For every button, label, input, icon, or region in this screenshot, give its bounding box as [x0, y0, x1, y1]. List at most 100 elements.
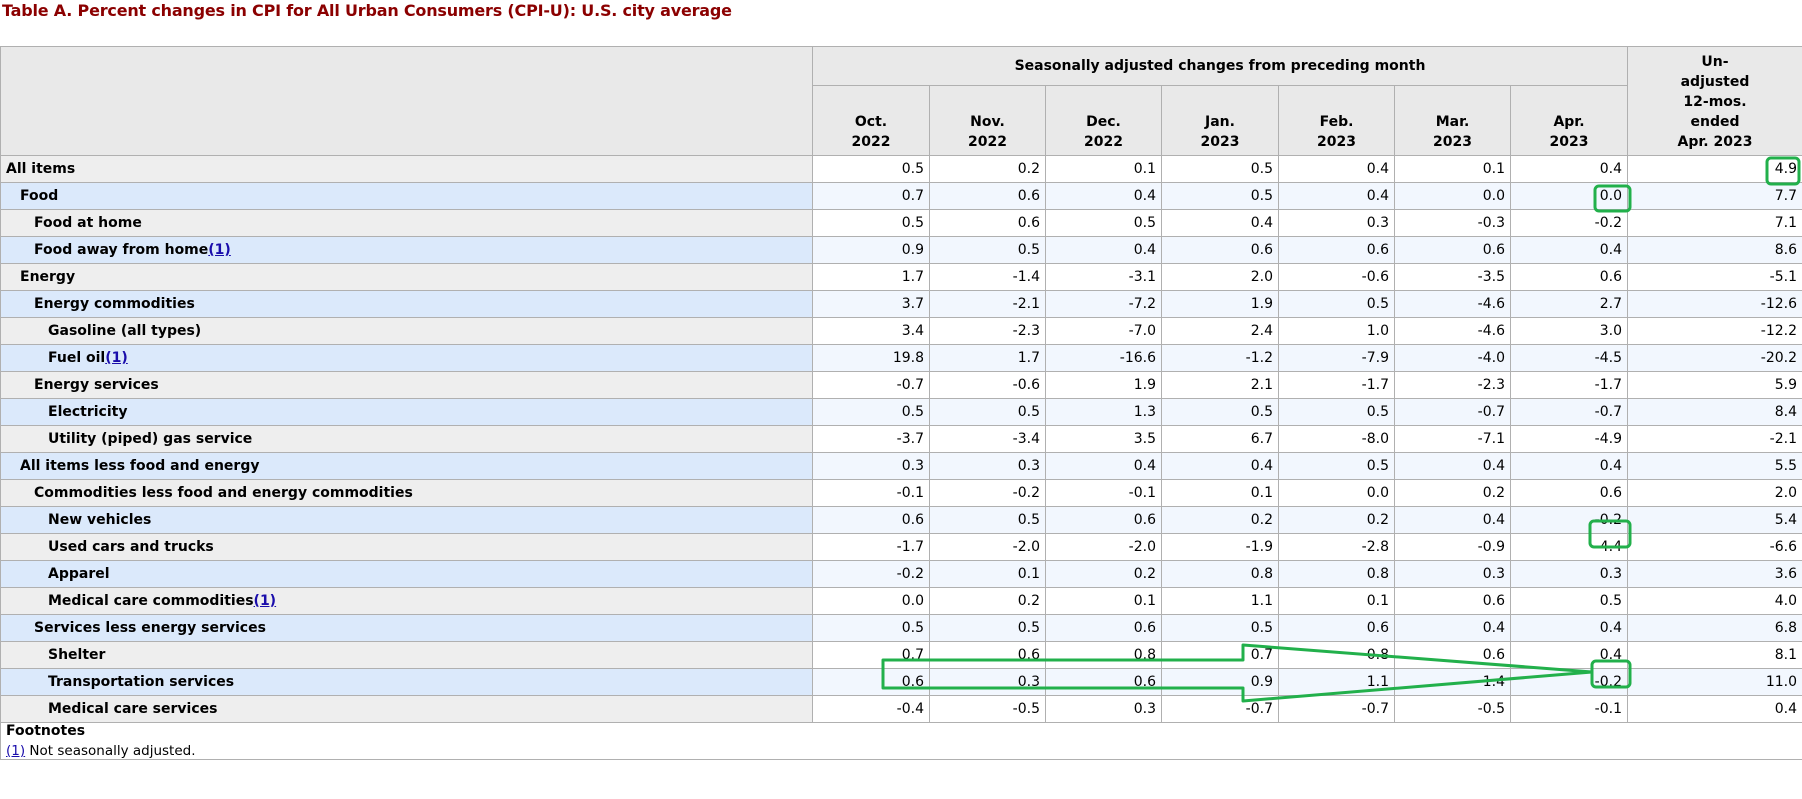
value-cell: 1.9 [1161, 290, 1279, 318]
value-cell: 1.3 [1045, 398, 1162, 426]
value-cell: 0.5 [929, 398, 1046, 426]
value-cell: 2.1 [1161, 371, 1279, 399]
value-cell: -0.7 [1394, 398, 1511, 426]
value-cell: 2.0 [1627, 479, 1802, 507]
month-label: Nov. [970, 114, 1005, 130]
row-label-text: Food away from home [34, 242, 209, 258]
value-cell: 0.8 [1278, 641, 1395, 669]
unadjusted-line: ended [1690, 114, 1740, 130]
value-cell: 1.7 [929, 344, 1046, 372]
value-cell: 0.3 [1394, 560, 1511, 588]
value-cell: 2.0 [1161, 263, 1279, 291]
row-label: Fuel oil(1) [0, 344, 813, 372]
value-cell: -0.1 [812, 479, 930, 507]
row-label: Energy [0, 263, 813, 291]
value-cell: 0.2 [929, 155, 1046, 183]
table-row: New vehicles 0.6 0.5 0.6 0.2 0.2 0.4 -0.2 5.4 [0, 506, 1802, 534]
footnote-item: (1) Not seasonally adjusted. [6, 743, 1797, 759]
value-cell: 0.6 [929, 641, 1046, 669]
year-label: 2022 [851, 134, 891, 150]
row-label-text: Energy [20, 269, 76, 285]
table-row: Energy 1.7 -1.4 -3.1 2.0 -0.6 -3.5 0.6 -5.1 [0, 263, 1802, 291]
value-cell: 0.6 [1278, 614, 1395, 642]
value-cell: 0.4 [1045, 182, 1162, 210]
value-cell: -0.7 [812, 371, 930, 399]
value-cell: 0.4 [1510, 155, 1628, 183]
value-cell: 1.1 [1161, 587, 1279, 615]
value-cell: -3.1 [1045, 263, 1162, 291]
value-cell: -0.9 [1394, 533, 1511, 561]
value-cell: -0.2 [1510, 506, 1628, 534]
row-label: Energy commodities [0, 290, 813, 318]
value-cell: 0.4 [1278, 182, 1395, 210]
month-label: Dec. [1086, 114, 1121, 130]
row-label: All items less food and energy [0, 452, 813, 480]
table-row: Apparel -0.2 0.1 0.2 0.8 0.8 0.3 0.3 3.6 [0, 560, 1802, 588]
value-cell: 4.4 [1510, 533, 1628, 561]
value-cell: 0.2 [929, 587, 1046, 615]
value-cell: 0.0 [1278, 479, 1395, 507]
row-label-text: Energy commodities [34, 296, 195, 312]
value-cell: -0.1 [1045, 479, 1162, 507]
value-cell: 0.4 [1394, 506, 1511, 534]
month-label: Feb. [1319, 114, 1354, 130]
value-cell: 0.5 [929, 236, 1046, 264]
footnote-ref-link[interactable]: (1) [105, 350, 128, 366]
row-label-text: Food at home [34, 215, 142, 231]
value-cell: 3.0 [1510, 317, 1628, 345]
value-cell: 0.4 [1161, 209, 1279, 237]
footnote-ref-link[interactable]: (1) [254, 593, 277, 609]
value-cell: 3.5 [1045, 425, 1162, 453]
value-cell: -0.1 [1510, 695, 1628, 723]
row-label-text: All items [6, 161, 76, 177]
value-cell: -2.0 [1045, 533, 1162, 561]
value-cell: -0.6 [929, 371, 1046, 399]
value-cell: 0.6 [1394, 236, 1511, 264]
footnote-text: Not seasonally adjusted. [25, 743, 196, 759]
value-cell: 0.6 [812, 506, 930, 534]
month-header: Feb. 2023 [1278, 85, 1395, 156]
value-cell: 0.1 [1045, 155, 1162, 183]
footnote-link[interactable]: (1) [6, 743, 25, 759]
value-cell: -20.2 [1627, 344, 1802, 372]
row-label-text: Transportation services [48, 674, 235, 690]
row-label: Shelter [0, 641, 813, 669]
row-label: Utility (piped) gas service [0, 425, 813, 453]
value-cell: 0.5 [929, 506, 1046, 534]
value-cell: 0.3 [812, 452, 930, 480]
value-cell: 0.2 [1278, 506, 1395, 534]
value-cell: 0.5 [812, 398, 930, 426]
value-cell: 11.0 [1627, 668, 1802, 696]
unadjusted-line: 12-mos. [1683, 94, 1747, 110]
value-cell: 0.4 [1278, 155, 1395, 183]
value-cell: 3.4 [812, 317, 930, 345]
value-cell: -2.1 [929, 290, 1046, 318]
value-cell: 0.4 [1394, 452, 1511, 480]
value-cell: 0.2 [1161, 506, 1279, 534]
value-cell: 8.6 [1627, 236, 1802, 264]
value-cell: 0.4 [1161, 452, 1279, 480]
value-cell: -0.7 [1278, 695, 1395, 723]
cpi-table: Seasonally adjusted changes from precedi… [0, 46, 1802, 760]
value-cell: -8.0 [1278, 425, 1395, 453]
value-cell: -16.6 [1045, 344, 1162, 372]
value-cell: -7.9 [1278, 344, 1395, 372]
value-cell: -0.2 [1510, 209, 1628, 237]
value-cell: -0.4 [812, 695, 930, 723]
row-label: New vehicles [0, 506, 813, 534]
value-cell: -12.2 [1627, 317, 1802, 345]
value-cell: 0.1 [1045, 587, 1162, 615]
table-row: Energy commodities 3.7 -2.1 -7.2 1.9 0.5 -4.6 2… [0, 290, 1802, 318]
footnote-ref-link[interactable]: (1) [208, 242, 231, 258]
month-label: Jan. [1205, 114, 1235, 130]
value-cell: 0.5 [812, 209, 930, 237]
row-label-text: Utility (piped) gas service [48, 431, 253, 447]
row-label-text: All items less food and energy [20, 458, 260, 474]
row-label: Electricity [0, 398, 813, 426]
value-cell: 6.7 [1161, 425, 1279, 453]
value-cell: 0.6 [929, 209, 1046, 237]
value-cell: 0.5 [812, 155, 930, 183]
row-label: Food at home [0, 209, 813, 237]
row-label: All items [0, 155, 813, 183]
value-cell: 0.6 [1510, 479, 1628, 507]
